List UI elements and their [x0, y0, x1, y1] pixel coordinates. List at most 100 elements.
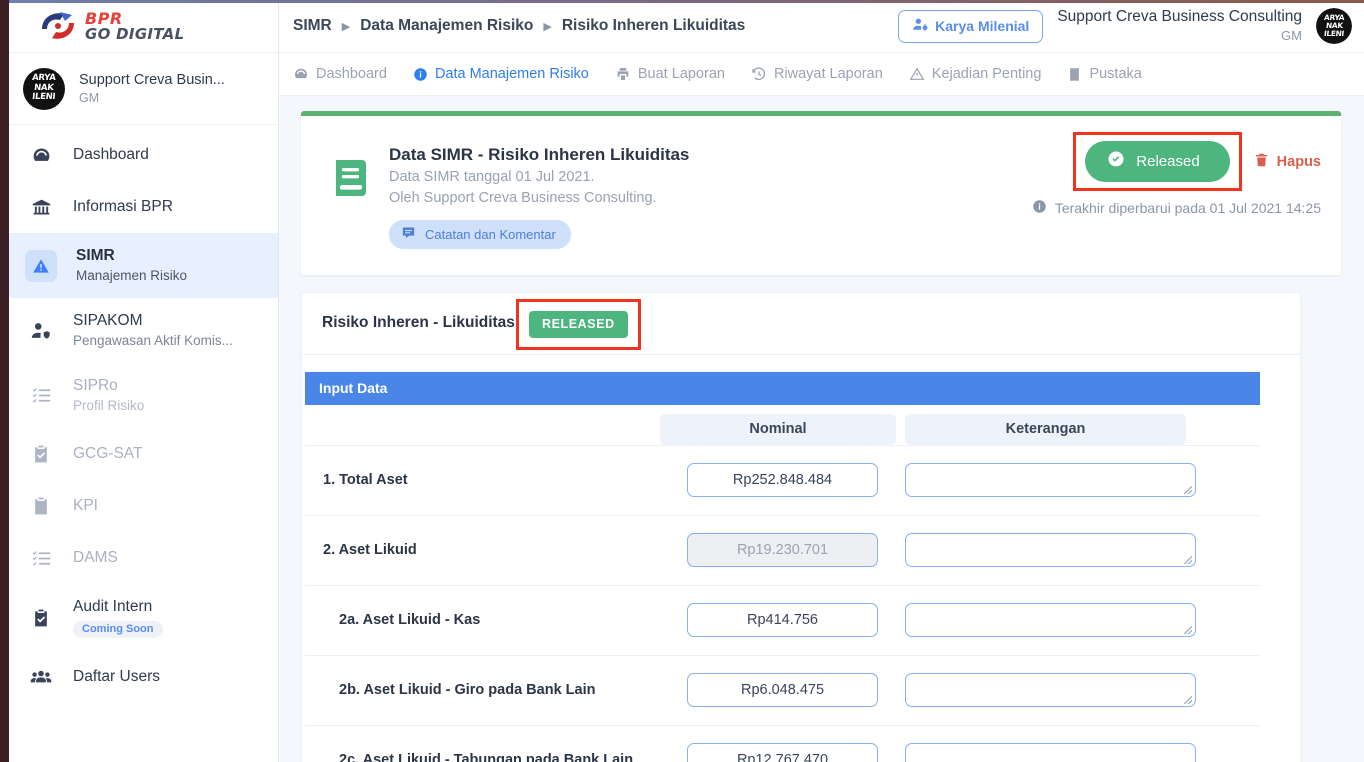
tab-dashboard[interactable]: Dashboard [293, 66, 387, 82]
trash-icon [1254, 152, 1269, 172]
table-column-header: Nominal Keterangan [305, 405, 1260, 446]
sidebar-item-kpi[interactable]: KPI [0, 480, 278, 532]
row-label: 1. Total Aset [323, 472, 408, 488]
profile-role: GM [79, 91, 100, 105]
status-badge: RELEASED [528, 310, 628, 338]
tab-pustaka[interactable]: Pustaka [1067, 66, 1142, 82]
table-row: 2a. Aset Likuid - Kas [305, 585, 1261, 656]
tab-label: Buat Laporan [637, 66, 725, 82]
app-logo[interactable]: BPR GO DIGITAL [0, 0, 278, 53]
breadcrumb-item-3: Risiko Inheren Likuiditas [561, 17, 746, 34]
warning-triangle-icon [25, 249, 57, 282]
hapus-button[interactable]: Hapus [1254, 152, 1321, 172]
sidebar: BPR GO DIGITAL ARYA NAK ILENI Support Cr… [0, 0, 279, 762]
keterangan-textarea[interactable] [905, 463, 1196, 497]
org-name: Support Creva Business Consulting [1057, 8, 1302, 26]
sidebar-item-informasi-bpr[interactable]: Informasi BPR [0, 181, 278, 233]
tab-riwayat-laporan[interactable]: Riwayat Laporan [751, 66, 883, 82]
sidebar-item-label: Informasi BPR [73, 198, 173, 215]
doc-subtitle-date: Data SIMR tanggal 01 Jul 2021. [389, 169, 595, 185]
chevron-right-icon: ▶ [543, 20, 552, 33]
sidebar-item-sipakom[interactable]: SIPAKOM Pengawasan Aktif Komis... [0, 298, 278, 363]
table-row: 2c. Aset Likuid - Tabungan pada Bank Lai… [305, 725, 1261, 762]
karya-milenial-button[interactable]: Karya Milenial [898, 9, 1044, 43]
table-row: 1. Total Aset [305, 445, 1261, 516]
doc-subtitle-author: Oleh Support Creva Business Consulting. [389, 190, 657, 206]
tab-label: Data Manajemen Risiko [434, 66, 589, 82]
history-icon [751, 66, 767, 82]
sidebar-item-sublabel: Profil Risiko [73, 398, 145, 413]
browser-top-hairline [9, 0, 1364, 3]
nominal-input[interactable] [687, 603, 878, 637]
gauge-icon [28, 142, 54, 168]
info-circle-icon [1032, 199, 1047, 217]
sidebar-item-dams[interactable]: DAMS [0, 532, 278, 584]
breadcrumb-item-2[interactable]: Data Manajemen Risiko [360, 17, 533, 35]
nominal-input[interactable] [687, 463, 878, 497]
clipboard-check-icon [28, 441, 54, 467]
released-button-label: Released [1136, 152, 1200, 170]
table-group-header: Input Data [305, 372, 1261, 405]
keterangan-textarea[interactable] [905, 533, 1196, 567]
book-icon [331, 156, 371, 200]
org-role: GM [1281, 28, 1302, 43]
risk-form-card: Risiko Inheren - Likuiditas RELEASED Inp… [301, 292, 1301, 762]
browser-edge-strip [0, 0, 9, 762]
keterangan-textarea[interactable] [905, 603, 1196, 637]
row-label: 2b. Aset Likuid - Giro pada Bank Lain [339, 682, 596, 698]
logo-godigital-text: GO DIGITAL [85, 24, 185, 43]
tab-kejadian-penting[interactable]: Kejadian Penting [909, 66, 1041, 82]
sidebar-item-gcg-sat[interactable]: GCG-SAT [0, 428, 278, 480]
sidebar-profile[interactable]: ARYA NAK ILENI Support Creva Busin... GM [0, 53, 278, 125]
sidebar-item-sipro[interactable]: SIPRo Profil Risiko [0, 363, 278, 428]
nominal-input[interactable] [687, 673, 878, 707]
info-circle-icon [413, 67, 428, 82]
bpr-logo-icon [38, 9, 78, 43]
breadcrumb-item-1[interactable]: SIMR [293, 17, 332, 35]
clipboard-check-icon [28, 605, 54, 631]
book-icon [1067, 67, 1082, 82]
nominal-input-disabled [687, 533, 878, 567]
avatar-line-3: ILENI [1323, 29, 1345, 38]
sidebar-item-simr[interactable]: SIMR Manajemen Risiko [0, 233, 278, 298]
breadcrumb: SIMR ▶ Data Manajemen Risiko ▶ Risiko In… [293, 17, 745, 35]
sidebar-item-label: Daftar Users [73, 668, 160, 685]
user-shield-icon [28, 318, 54, 344]
check-circle-icon [1107, 150, 1125, 172]
profile-name: Support Creva Busin... [79, 72, 225, 88]
nominal-input[interactable] [687, 743, 878, 762]
section-header: Risiko Inheren - Likuiditas RELEASED [302, 293, 1300, 355]
input-data-table-wrap: Input Data Nominal Keterangan 1. Total A… [302, 355, 1300, 762]
main-area: SIMR ▶ Data Manajemen Risiko ▶ Risiko In… [279, 0, 1364, 762]
sidebar-item-sublabel: Pengawasan Aktif Komis... [73, 333, 233, 348]
sidebar-item-label: Dashboard [73, 146, 149, 163]
table-row: 2b. Aset Likuid - Giro pada Bank Lain [305, 655, 1261, 726]
catatan-komentar-button[interactable]: Catatan dan Komentar [389, 220, 571, 249]
sidebar-item-label: Audit Intern [73, 598, 153, 615]
sidebar-item-audit-intern[interactable]: Audit Intern Coming Soon [0, 584, 278, 651]
row-label: 2c. Aset Likuid - Tabungan pada Bank Lai… [339, 752, 634, 762]
tab-data-manajemen-risiko[interactable]: Data Manajemen Risiko [413, 66, 589, 82]
released-status-button[interactable]: Released [1085, 141, 1230, 182]
clipboard-list-icon [28, 493, 54, 519]
column-header-keterangan: Keterangan [905, 414, 1186, 445]
keterangan-textarea[interactable] [905, 673, 1196, 707]
chevron-right-icon: ▶ [341, 20, 351, 33]
avatar[interactable]: ARYA NAK ILENI [1316, 8, 1352, 44]
row-label: 2. Aset Likuid [323, 542, 417, 558]
users-icon [28, 664, 54, 690]
sidebar-nav: Dashboard Informasi BPR SIMR Manajemen R… [0, 125, 278, 703]
sidebar-item-label: SIPRo [73, 377, 118, 394]
printer-icon [615, 66, 631, 82]
sidebar-item-sublabel: Manajemen Risiko [76, 268, 188, 283]
tab-label: Pustaka [1089, 66, 1142, 82]
table-row: 2. Aset Likuid [305, 515, 1261, 586]
sidebar-item-dashboard[interactable]: Dashboard [0, 129, 278, 181]
keterangan-textarea[interactable] [905, 743, 1196, 762]
tab-buat-laporan[interactable]: Buat Laporan [615, 66, 725, 82]
row-label: 2a. Aset Likuid - Kas [339, 612, 481, 628]
sidebar-item-label: GCG-SAT [73, 445, 143, 462]
sidebar-item-daftar-users[interactable]: Daftar Users [0, 651, 278, 703]
user-gear-icon [912, 16, 929, 36]
content-scroll-area[interactable]: Data SIMR - Risiko Inheren Likuiditas Da… [279, 96, 1364, 762]
